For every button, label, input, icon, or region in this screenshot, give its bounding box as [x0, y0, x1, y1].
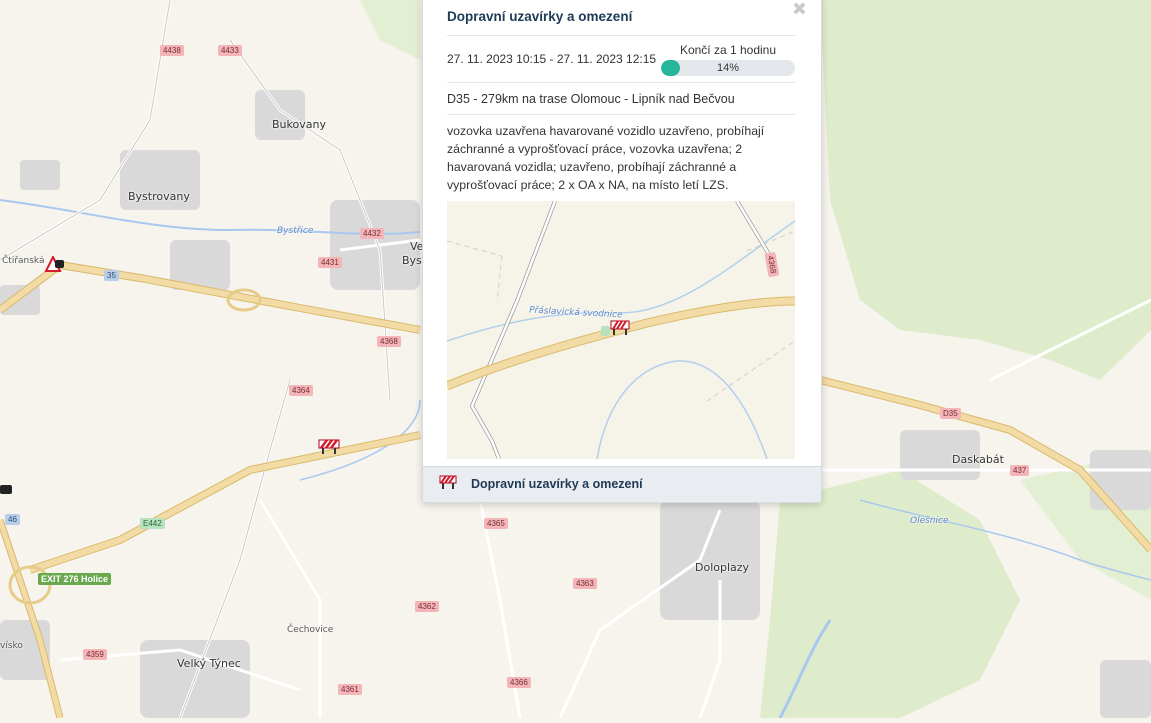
road-number: 437 [1010, 465, 1030, 476]
progress-label: 14% [716, 62, 740, 74]
road-number: 4433 [218, 45, 242, 56]
highway-label: E442 [140, 518, 165, 529]
accident-marker-icon[interactable] [0, 482, 22, 498]
urban-area [1100, 660, 1151, 718]
water-label: Bystřice [277, 226, 314, 236]
place-label: Čtiřanská [2, 256, 45, 266]
divider [447, 114, 795, 115]
place-label: Bukovany [272, 118, 326, 131]
road-number: 4364 [289, 385, 313, 396]
urban-area [20, 160, 60, 190]
road-number: 46 [5, 514, 20, 525]
road [0, 0, 172, 262]
roadblock-marker-icon[interactable] [318, 439, 340, 455]
urban-area [1090, 450, 1151, 510]
road-number: 4361 [338, 684, 362, 695]
road-number: 4359 [83, 649, 107, 660]
road-number: 4362 [415, 601, 439, 612]
road-number: 35 [104, 270, 119, 281]
minimap-layer [447, 201, 795, 459]
close-icon[interactable]: ✖ [792, 1, 807, 19]
roadblock-icon [439, 475, 457, 489]
divider [447, 35, 795, 36]
place-label: Doloplazy [695, 561, 750, 574]
water-label: Olešnice [910, 516, 949, 526]
accident-marker-icon[interactable] [44, 256, 66, 272]
road-number: 4366 [507, 677, 531, 688]
road-number: 4368 [377, 336, 401, 347]
place-label: vísko [0, 641, 23, 651]
road-number: 4432 [360, 228, 384, 239]
urban-area [255, 90, 305, 140]
place-label: Čechovice [287, 625, 334, 635]
minimap[interactable]: Přáslavická svodnice 4368 [447, 201, 795, 459]
exit-label: EXIT 276 Holice [38, 573, 112, 585]
place-label: Bystrovany [128, 190, 190, 203]
place-label: Daskabát [952, 453, 1004, 466]
popup-title: Dopravní uzavírky a omezení [447, 9, 633, 24]
incident-popup: ✖ Dopravní uzavírky a omezení 27. 11. 20… [422, 0, 822, 503]
footer-label[interactable]: Dopravní uzavírky a omezení [471, 477, 643, 491]
road-number: 4431 [318, 257, 342, 268]
motorway [29, 432, 421, 573]
place-label: Velký Týnec [177, 657, 241, 670]
road-number: 4438 [160, 45, 184, 56]
place-label: Bys [402, 254, 422, 267]
forest-area [360, 0, 420, 60]
popup-footer[interactable]: Dopravní uzavírky a omezení [423, 466, 821, 502]
highway-label: D35 [940, 408, 961, 419]
urban-area [660, 500, 760, 620]
road-number: 4363 [573, 578, 597, 589]
route-text: D35 - 279km na trase Olomouc - Lipník na… [447, 92, 735, 106]
road-number: 4365 [484, 518, 508, 529]
ends-label: Končí za 1 hodinu [679, 43, 777, 57]
incident-description: vozovka uzavřena havarované vozidlo uzav… [447, 124, 765, 192]
progress-bar: 14% [661, 60, 795, 76]
divider [447, 82, 795, 83]
